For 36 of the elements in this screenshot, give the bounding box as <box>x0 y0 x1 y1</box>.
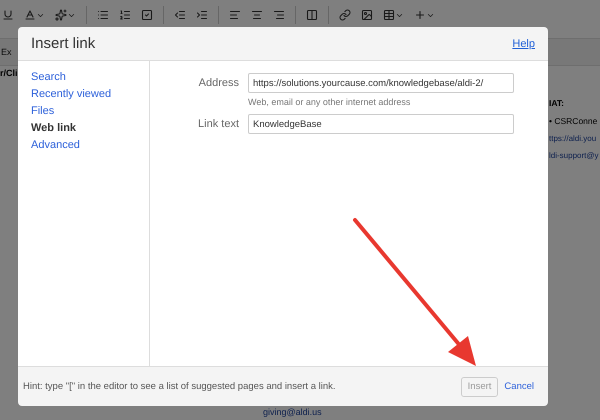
align-left-icon[interactable] <box>229 9 241 21</box>
indent-icon[interactable] <box>196 9 208 21</box>
text-color-icon[interactable] <box>24 9 36 21</box>
page-link[interactable]: ldi-support@y <box>549 151 598 160</box>
underline-icon[interactable] <box>2 9 14 21</box>
field-hint: Web, email or any other internet address <box>248 97 412 107</box>
input-field[interactable]: KnowledgeBase <box>248 114 514 134</box>
task-checkbox-icon[interactable] <box>141 9 153 21</box>
section-heading: IAT: <box>549 98 564 108</box>
nav-item[interactable]: Advanced <box>31 139 136 151</box>
hint-text: Hint: type "[" in the editor to see a list of suggested pages and insert a link. <box>23 381 337 392</box>
insert-icon[interactable] <box>414 9 426 21</box>
cancel-link[interactable]: Cancel <box>504 381 534 392</box>
align-right-icon[interactable] <box>273 9 285 21</box>
nav-item[interactable]: Search <box>31 71 136 83</box>
field-label: Link text <box>197 118 239 130</box>
link-icon[interactable] <box>339 9 351 21</box>
outdent-icon[interactable] <box>174 9 186 21</box>
layout-icon[interactable] <box>306 9 318 21</box>
page-link[interactable]: ttps://aldi.you <box>549 134 596 143</box>
image-icon[interactable] <box>361 9 373 21</box>
page-heading: r/Cli <box>0 68 18 80</box>
field-label: Address <box>198 77 239 89</box>
table-icon[interactable] <box>383 9 395 21</box>
text-style-icon[interactable] <box>55 9 67 21</box>
align-center-icon[interactable] <box>251 9 263 21</box>
help-link[interactable]: Help <box>512 38 535 50</box>
nav-item[interactable]: Recently viewed <box>31 88 136 100</box>
numbered-list-icon[interactable] <box>119 9 131 21</box>
toolbar-button-label[interactable]: Ex <box>1 47 12 57</box>
nav-item[interactable]: Files <box>31 105 136 117</box>
page-link[interactable]: giving@aldi.us <box>263 407 322 417</box>
nav-item[interactable]: Web link <box>31 122 136 134</box>
input-field[interactable]: https://solutions.yourcause.com/knowledgebase/aldi-2/ <box>248 73 514 93</box>
bullet-text: • CSRConne <box>549 116 598 126</box>
dialog-title: Insert link <box>31 35 96 52</box>
